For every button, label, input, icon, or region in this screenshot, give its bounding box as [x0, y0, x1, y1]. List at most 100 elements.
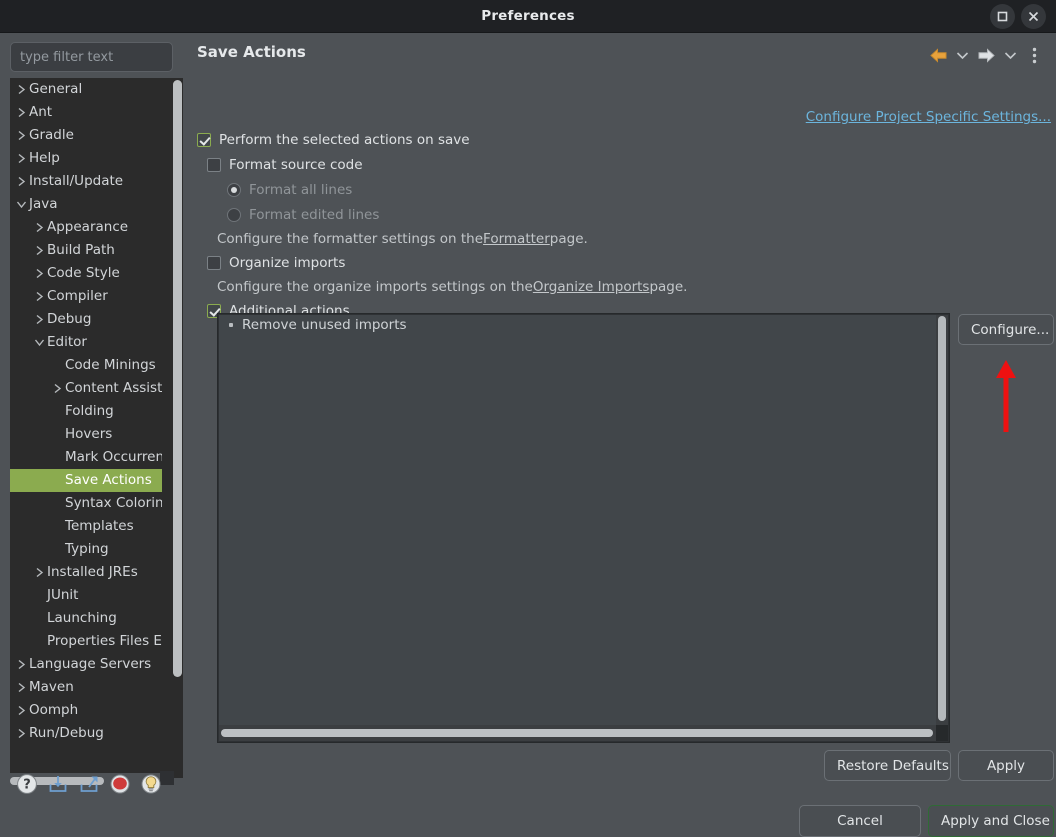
listbox-vertical-scrollbar[interactable]	[936, 315, 948, 725]
listbox-scrollbar-corner	[936, 725, 948, 741]
sidebar-item-label: Build Path	[47, 242, 115, 258]
sidebar-item-help[interactable]: Help	[10, 147, 162, 170]
sidebar-item-mark-occurrences[interactable]: Mark Occurrences	[10, 446, 162, 469]
chevron-right-icon[interactable]	[14, 153, 29, 164]
sidebar-item-templates[interactable]: Templates	[10, 515, 162, 538]
chevron-right-icon[interactable]	[32, 245, 47, 256]
sidebar-item-java[interactable]: Java	[10, 193, 162, 216]
chevron-right-icon[interactable]	[32, 268, 47, 279]
sidebar-item-launching[interactable]: Launching	[10, 607, 162, 630]
forward-arrow-icon[interactable]	[975, 44, 997, 66]
sidebar-item-general[interactable]: General	[10, 78, 162, 101]
format-all-lines-row[interactable]: Format all lines	[227, 179, 1052, 201]
tree-vertical-scrollbar[interactable]	[172, 78, 183, 778]
cancel-button[interactable]: Cancel	[799, 805, 921, 837]
sidebar-item-appearance[interactable]: Appearance	[10, 216, 162, 239]
list-item[interactable]: Remove unused imports	[219, 315, 936, 335]
organize-hint-row: Configure the organize imports settings …	[217, 277, 1052, 297]
filter-input[interactable]	[10, 42, 173, 72]
page-title: Save Actions	[197, 43, 306, 61]
perform-on-save-checkbox[interactable]	[197, 133, 211, 147]
sidebar-item-editor[interactable]: Editor	[10, 331, 162, 354]
back-dropdown-chevron-icon[interactable]	[951, 44, 973, 66]
sidebar-icon-strip: ?	[16, 773, 162, 795]
chevron-down-icon[interactable]	[14, 200, 29, 209]
formatter-hint-row: Configure the formatter settings on the …	[217, 229, 1052, 249]
chevron-right-icon[interactable]	[32, 567, 47, 578]
lightbulb-icon[interactable]	[140, 773, 162, 795]
restore-defaults-button[interactable]: Restore Defaults	[824, 750, 951, 781]
sidebar-item-gradle[interactable]: Gradle	[10, 124, 162, 147]
sidebar-item-maven[interactable]: Maven	[10, 676, 162, 699]
format-all-lines-radio[interactable]	[227, 183, 241, 197]
sidebar-item-label: Installed JREs	[47, 564, 138, 580]
chevron-right-icon[interactable]	[32, 222, 47, 233]
sidebar-item-label: Code Style	[47, 265, 120, 281]
formatter-link[interactable]: Formatter	[483, 231, 550, 247]
format-source-row[interactable]: Format source code	[207, 154, 1052, 176]
sidebar-item-label: Run/Debug	[29, 725, 104, 741]
chevron-right-icon[interactable]	[50, 383, 65, 394]
chevron-right-icon[interactable]	[14, 728, 29, 739]
sidebar-item-installed-jres[interactable]: Installed JREs	[10, 561, 162, 584]
sidebar-item-build-path[interactable]: Build Path	[10, 239, 162, 262]
sidebar-item-compiler[interactable]: Compiler	[10, 285, 162, 308]
additional-actions-listbox[interactable]: Remove unused imports	[217, 313, 950, 743]
perform-on-save-row[interactable]: Perform the selected actions on save	[197, 129, 1052, 151]
back-arrow-icon[interactable]	[927, 44, 949, 66]
sidebar-item-syntax-coloring[interactable]: Syntax Coloring	[10, 492, 162, 515]
record-icon[interactable]	[109, 773, 131, 795]
sidebar-item-label: Mark Occurrences	[65, 449, 162, 465]
chevron-right-icon[interactable]	[14, 659, 29, 670]
configure-button[interactable]: Configure...	[958, 314, 1054, 345]
apply-and-close-button[interactable]: Apply and Close	[928, 805, 1054, 837]
sidebar-item-oomph[interactable]: Oomph	[10, 699, 162, 722]
chevron-right-icon[interactable]	[14, 130, 29, 141]
close-icon[interactable]	[1021, 4, 1046, 29]
listbox-horizontal-scrollbar-thumb[interactable]	[221, 729, 933, 737]
chevron-down-icon[interactable]	[32, 338, 47, 347]
sidebar-item-debug[interactable]: Debug	[10, 308, 162, 331]
chevron-right-icon[interactable]	[14, 107, 29, 118]
chevron-right-icon[interactable]	[14, 84, 29, 95]
maximize-icon[interactable]	[990, 4, 1015, 29]
apply-button[interactable]: Apply	[958, 750, 1054, 781]
sidebar-item-code-minings[interactable]: Code Minings	[10, 354, 162, 377]
organize-imports-link[interactable]: Organize Imports	[533, 279, 650, 295]
sidebar-item-language-servers[interactable]: Language Servers	[10, 653, 162, 676]
tree-vertical-scrollbar-thumb[interactable]	[173, 80, 182, 677]
save-actions-form: Perform the selected actions on save For…	[197, 129, 1052, 325]
sidebar-item-folding[interactable]: Folding	[10, 400, 162, 423]
sidebar-item-code-style[interactable]: Code Style	[10, 262, 162, 285]
import-icon[interactable]	[47, 773, 69, 795]
format-source-checkbox[interactable]	[207, 158, 221, 172]
organize-imports-checkbox[interactable]	[207, 256, 221, 270]
chevron-right-icon[interactable]	[32, 314, 47, 325]
preferences-tree[interactable]: General Ant Gradle Help Install/Update Java Ap…	[10, 78, 173, 778]
chevron-right-icon[interactable]	[14, 705, 29, 716]
sidebar-item-properties-files-editor[interactable]: Properties Files Editor	[10, 630, 162, 653]
sidebar-item-install-update[interactable]: Install/Update	[10, 170, 162, 193]
sidebar-item-label: Install/Update	[29, 173, 124, 189]
sidebar-item-save-actions[interactable]: Save Actions	[10, 469, 162, 492]
listbox-vertical-scrollbar-thumb[interactable]	[938, 316, 946, 721]
export-icon[interactable]	[78, 773, 100, 795]
chevron-right-icon[interactable]	[32, 291, 47, 302]
chevron-right-icon[interactable]	[14, 176, 29, 187]
sidebar-item-typing[interactable]: Typing	[10, 538, 162, 561]
configure-project-specific-settings-link[interactable]: Configure Project Specific Settings...	[806, 109, 1051, 125]
listbox-horizontal-scrollbar[interactable]	[219, 725, 936, 741]
sidebar-item-junit[interactable]: JUnit	[10, 584, 162, 607]
sidebar-item-ant[interactable]: Ant	[10, 101, 162, 124]
format-edited-lines-radio[interactable]	[227, 208, 241, 222]
view-menu-icon[interactable]	[1023, 44, 1045, 66]
organize-imports-row[interactable]: Organize imports	[207, 252, 1052, 274]
format-edited-lines-row[interactable]: Format edited lines	[227, 204, 1052, 226]
forward-dropdown-chevron-icon[interactable]	[999, 44, 1021, 66]
sidebar-item-run-debug[interactable]: Run/Debug	[10, 722, 162, 745]
sidebar-item-hovers[interactable]: Hovers	[10, 423, 162, 446]
chevron-right-icon[interactable]	[14, 682, 29, 693]
sidebar-item-content-assist[interactable]: Content Assist	[10, 377, 162, 400]
additional-actions-list[interactable]: Remove unused imports	[219, 315, 936, 725]
help-icon[interactable]: ?	[16, 773, 38, 795]
